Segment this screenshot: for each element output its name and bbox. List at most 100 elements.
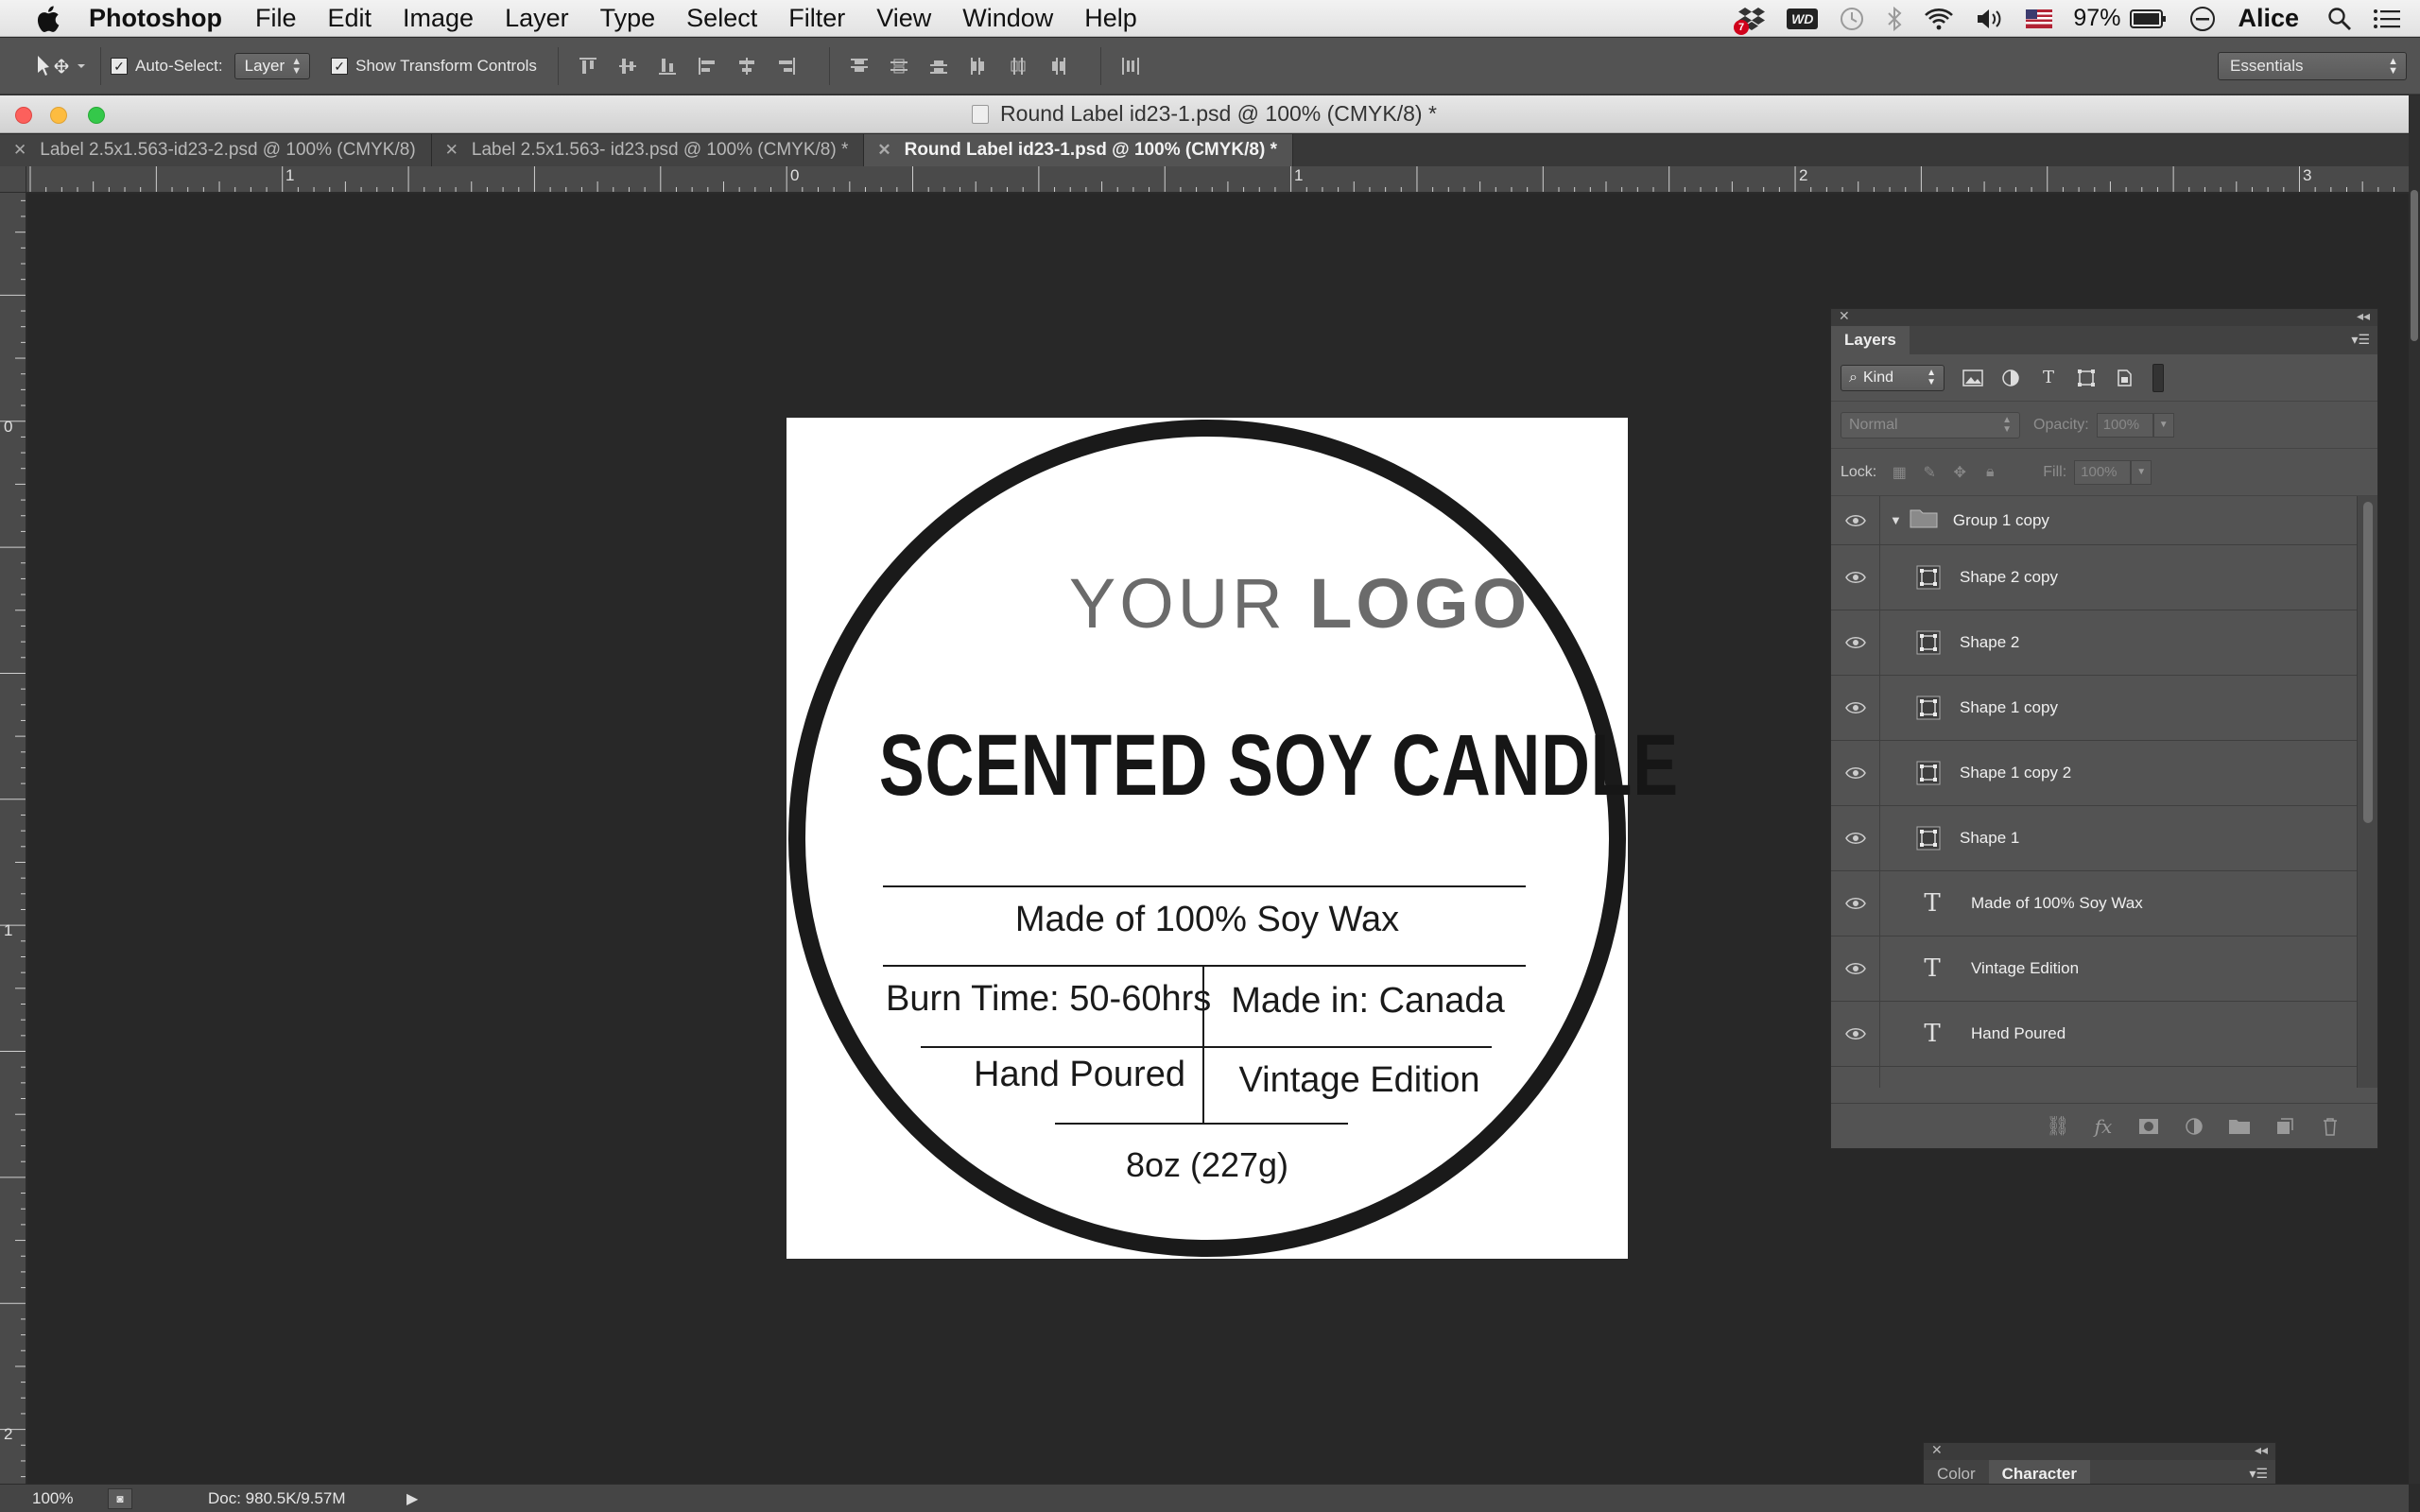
lock-all-icon[interactable]: 🔒︎ xyxy=(1975,460,2005,485)
document-proxy-icon[interactable] xyxy=(972,104,990,124)
window-minimize-button[interactable] xyxy=(50,107,67,124)
horizontal-ruler[interactable]: 1 0 1 2 3 xyxy=(26,166,2409,193)
window-zoom-button[interactable] xyxy=(88,107,105,124)
auto-align-layers-icon[interactable] xyxy=(1111,52,1150,80)
shape-layer-row[interactable]: Shape 2 copy xyxy=(1831,545,2357,610)
shape-layer-row[interactable]: Shape 1 copy 2 xyxy=(1831,741,2357,806)
auto-select-checkbox[interactable]: ✓ xyxy=(111,57,128,75)
document-tab[interactable]: ✕ Label 2.5x1.563-id23-2.psd @ 100% (CMY… xyxy=(0,134,432,166)
align-top-edges-icon[interactable] xyxy=(568,52,608,80)
filter-adjustment-layers-icon[interactable] xyxy=(1992,364,2030,392)
close-panel-icon[interactable]: ✕ xyxy=(1839,308,1850,324)
bluetooth-icon[interactable] xyxy=(1886,5,1903,33)
spotlight-search-icon[interactable] xyxy=(2327,5,2352,33)
link-layers-icon[interactable]: ⛓︎ xyxy=(2035,1112,2081,1141)
new-layer-icon[interactable] xyxy=(2262,1112,2308,1141)
notification-center-icon[interactable] xyxy=(2373,5,2401,33)
collapse-panel-icon[interactable]: ◂◂ xyxy=(2255,1442,2268,1458)
shape-layer-row[interactable]: Shape 1 copy xyxy=(1831,676,2357,741)
align-left-edges-icon[interactable] xyxy=(687,52,727,80)
opacity-field[interactable]: 100% xyxy=(2096,412,2153,438)
menu-layer[interactable]: Layer xyxy=(505,4,569,33)
menu-file[interactable]: File xyxy=(255,4,297,33)
distribute-vertical-centers-icon[interactable] xyxy=(879,52,919,80)
show-transform-controls-checkbox[interactable]: ✓ xyxy=(331,57,349,75)
apple-menu-icon[interactable] xyxy=(34,4,60,32)
distribute-bottom-icon[interactable] xyxy=(919,52,959,80)
wifi-icon[interactable] xyxy=(1924,5,1954,33)
fill-dropdown-arrow-icon[interactable]: ▼ xyxy=(2131,459,2152,485)
visibility-eye-icon[interactable] xyxy=(1831,1002,1880,1066)
lock-transparent-pixels-icon[interactable]: ▦ xyxy=(1884,460,1914,485)
volume-icon[interactable] xyxy=(1975,5,2005,33)
menu-type[interactable]: Type xyxy=(600,4,656,33)
layers-scrollbar[interactable] xyxy=(2357,496,2377,1088)
dropbox-icon[interactable]: 7 xyxy=(1734,5,1766,35)
canvas-vertical-scrollbar[interactable] xyxy=(2409,95,2420,1484)
disclosure-triangle-icon[interactable]: ▼ xyxy=(1890,513,1902,527)
document-canvas[interactable]: YOUR LOGO SCENTED SOY CANDLE Made of 100… xyxy=(786,418,1678,1259)
scrollbar-thumb[interactable] xyxy=(2363,502,2373,823)
auto-select-dropdown[interactable]: Layer ▲ ▼ xyxy=(233,52,311,79)
visibility-eye-icon[interactable] xyxy=(1831,610,1880,675)
zoom-level-field[interactable]: 100% xyxy=(32,1489,108,1508)
menu-edit[interactable]: Edit xyxy=(328,4,372,33)
visibility-eye-icon[interactable] xyxy=(1831,806,1880,870)
filter-type-layers-icon[interactable]: T xyxy=(2030,364,2067,392)
menu-app-name[interactable]: Photoshop xyxy=(89,4,222,33)
align-vertical-centers-icon[interactable] xyxy=(608,52,648,80)
workspace-switcher[interactable]: Essentials ▲ ▼ xyxy=(2218,52,2407,80)
do-not-disturb-icon[interactable] xyxy=(2188,5,2217,33)
close-tab-icon[interactable]: ✕ xyxy=(877,141,890,160)
new-group-icon[interactable] xyxy=(2217,1112,2262,1141)
time-machine-icon[interactable] xyxy=(1839,5,1865,33)
close-tab-icon[interactable]: ✕ xyxy=(445,141,458,160)
menu-image[interactable]: Image xyxy=(403,4,474,33)
add-layer-style-icon[interactable]: fx xyxy=(2081,1112,2126,1141)
text-layer-row[interactable]: T Hand Poured xyxy=(1831,1002,2357,1067)
shape-layer-row[interactable]: Shape 2 xyxy=(1831,610,2357,676)
delete-layer-icon[interactable] xyxy=(2308,1112,2353,1141)
layer-group-row[interactable]: ▼ Group 1 copy xyxy=(1831,496,2357,545)
menu-view[interactable]: View xyxy=(876,4,931,33)
align-right-edges-icon[interactable] xyxy=(767,52,806,80)
add-layer-mask-icon[interactable] xyxy=(2126,1112,2171,1141)
status-menu-arrow-icon[interactable]: ▶ xyxy=(406,1489,418,1508)
filter-kind-dropdown[interactable]: ⌕ Kind ▲ ▼ xyxy=(1841,364,1945,391)
menu-help[interactable]: Help xyxy=(1084,4,1137,33)
text-layer-row[interactable]: T8oz (227g) xyxy=(1831,1067,2357,1088)
lock-image-pixels-icon[interactable]: ✎ xyxy=(1914,460,1945,485)
close-panel-icon[interactable]: ✕ xyxy=(1931,1442,1943,1458)
visibility-eye-icon[interactable] xyxy=(1831,1067,1880,1088)
filter-shape-layers-icon[interactable] xyxy=(2067,364,2105,392)
shape-layer-row[interactable]: Shape 1 xyxy=(1831,806,2357,871)
document-profile-icon[interactable]: ◙ xyxy=(108,1487,132,1509)
text-layer-row[interactable]: T Vintage Edition xyxy=(1831,936,2357,1002)
fill-field[interactable]: 100% xyxy=(2074,459,2132,485)
filter-smart-objects-icon[interactable] xyxy=(2105,364,2143,392)
scrollbar-thumb[interactable] xyxy=(2411,190,2418,341)
text-layer-row[interactable]: T Made of 100% Soy Wax xyxy=(1831,871,2357,936)
distribute-left-icon[interactable] xyxy=(959,52,998,80)
panel-menu-icon[interactable]: ▾☰ xyxy=(2351,332,2370,348)
visibility-eye-icon[interactable] xyxy=(1831,741,1880,805)
menu-filter[interactable]: Filter xyxy=(788,4,845,33)
vertical-ruler[interactable]: 0 1 2 xyxy=(0,166,26,1484)
ruler-origin[interactable] xyxy=(0,166,26,193)
menu-select[interactable]: Select xyxy=(686,4,757,33)
blend-mode-dropdown[interactable]: Normal ▲ ▼ xyxy=(1841,411,2020,438)
move-tool-preset-picker[interactable] xyxy=(34,47,91,85)
visibility-eye-icon[interactable] xyxy=(1831,676,1880,740)
align-horizontal-centers-icon[interactable] xyxy=(727,52,767,80)
distribute-horizontal-centers-icon[interactable] xyxy=(998,52,1038,80)
battery-icon[interactable] xyxy=(2130,5,2168,33)
collapse-panel-icon[interactable]: ◂◂ xyxy=(2357,308,2370,324)
new-adjustment-layer-icon[interactable] xyxy=(2171,1112,2217,1141)
wd-drive-icon[interactable]: WD xyxy=(1787,5,1819,33)
visibility-eye-icon[interactable] xyxy=(1831,545,1880,610)
visibility-eye-icon[interactable] xyxy=(1831,871,1880,936)
lock-position-icon[interactable]: ✥ xyxy=(1945,460,1975,485)
distribute-right-icon[interactable] xyxy=(1038,52,1078,80)
filter-toggle-switch[interactable] xyxy=(2152,363,2164,392)
menu-window[interactable]: Window xyxy=(962,4,1053,33)
